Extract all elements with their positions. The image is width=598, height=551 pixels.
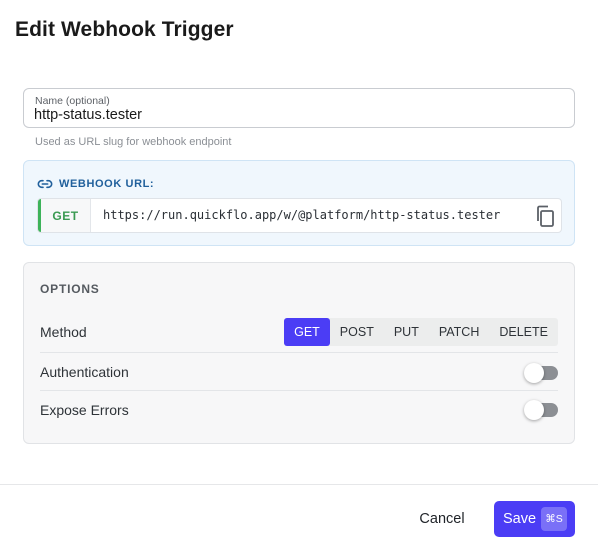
method-segmented-control: GET POST PUT PATCH DELETE (284, 318, 558, 346)
expose-errors-row: Expose Errors (40, 391, 558, 427)
edit-webhook-dialog: Edit Webhook Trigger Name (optional) Use… (0, 0, 598, 551)
authentication-toggle[interactable] (524, 363, 558, 383)
name-input[interactable] (34, 107, 554, 123)
webhook-url-label: WEBHOOK URL: (59, 178, 155, 190)
method-row: Method GET POST PUT PATCH DELETE (40, 318, 558, 353)
save-button-label: Save (503, 511, 537, 527)
url-method-badge: GET (38, 199, 91, 232)
method-option-delete[interactable]: DELETE (489, 318, 558, 346)
name-field-label: Name (optional) (35, 95, 110, 107)
save-button[interactable]: Save ⌘S (494, 501, 575, 537)
link-icon (37, 179, 53, 189)
expose-errors-toggle[interactable] (524, 400, 558, 420)
options-panel: OPTIONS Method GET POST PUT PATCH DELETE… (23, 262, 575, 444)
toggle-knob (524, 400, 544, 420)
webhook-url-row: GET https://run.quickflo.app/w/@platform… (37, 198, 562, 233)
webhook-url-heading: WEBHOOK URL: (37, 176, 154, 192)
name-field[interactable]: Name (optional) (23, 88, 575, 128)
copy-icon[interactable] (533, 204, 557, 228)
cancel-button[interactable]: Cancel (408, 505, 476, 533)
webhook-url-panel: WEBHOOK URL: GET https://run.quickflo.ap… (23, 160, 575, 246)
method-option-post[interactable]: POST (330, 318, 384, 346)
method-option-put[interactable]: PUT (384, 318, 429, 346)
expose-errors-label: Expose Errors (40, 402, 129, 418)
webhook-url-text[interactable]: https://run.quickflo.app/w/@platform/htt… (103, 208, 500, 222)
footer-divider (0, 484, 598, 485)
dialog-title: Edit Webhook Trigger (15, 18, 234, 41)
authentication-label: Authentication (40, 364, 129, 380)
method-label: Method (40, 324, 87, 340)
name-helper-text: Used as URL slug for webhook endpoint (35, 136, 232, 148)
toggle-knob (524, 363, 544, 383)
method-option-patch[interactable]: PATCH (429, 318, 490, 346)
method-option-get[interactable]: GET (284, 318, 330, 346)
options-title: OPTIONS (40, 282, 100, 296)
authentication-row: Authentication (40, 353, 558, 391)
save-shortcut-badge: ⌘S (541, 507, 567, 531)
